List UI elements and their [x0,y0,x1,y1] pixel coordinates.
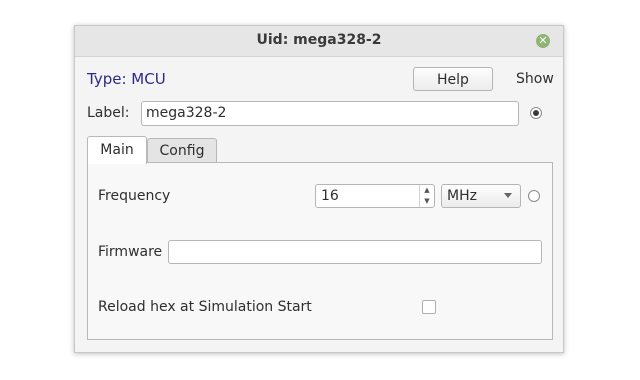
titlebar[interactable]: Uid: mega328-2 ✕ [75,26,563,57]
component-properties-dialog: Uid: mega328-2 ✕ Type: MCU Help Show Lab… [74,25,564,353]
frequency-spinbox[interactable]: 16 ▲ ▼ [315,184,435,208]
frequency-unit-select[interactable]: MHz [441,184,521,208]
frequency-unit-value: MHz [447,188,477,204]
type-label: Type: MCU [87,70,166,88]
tab-main[interactable]: Main [87,136,147,164]
label-caption: Label: [87,105,130,121]
arrow-down-icon[interactable]: ▼ [420,196,434,207]
window-title: Uid: mega328-2 [256,32,382,48]
spin-arrows[interactable]: ▲ ▼ [419,185,434,207]
frequency-show-radio[interactable] [528,190,540,202]
close-icon[interactable]: ✕ [536,34,550,48]
frequency-value: 16 [321,188,339,204]
chevron-down-icon [504,193,512,198]
firmware-label: Firmware [98,244,163,260]
arrow-up-icon[interactable]: ▲ [420,185,434,196]
show-label: Show [516,71,554,87]
show-label-radio[interactable] [530,107,542,119]
label-input[interactable]: mega328-2 [141,101,519,126]
firmware-input[interactable] [168,240,542,264]
reload-hex-label: Reload hex at Simulation Start [98,299,312,315]
help-button[interactable]: Help [413,67,493,91]
frequency-label: Frequency [98,188,171,204]
tab-config[interactable]: Config [147,138,217,163]
reload-hex-checkbox[interactable] [422,300,436,314]
main-tab-panel: Frequency 16 ▲ ▼ MHz Firmware Reload hex… [87,162,553,340]
